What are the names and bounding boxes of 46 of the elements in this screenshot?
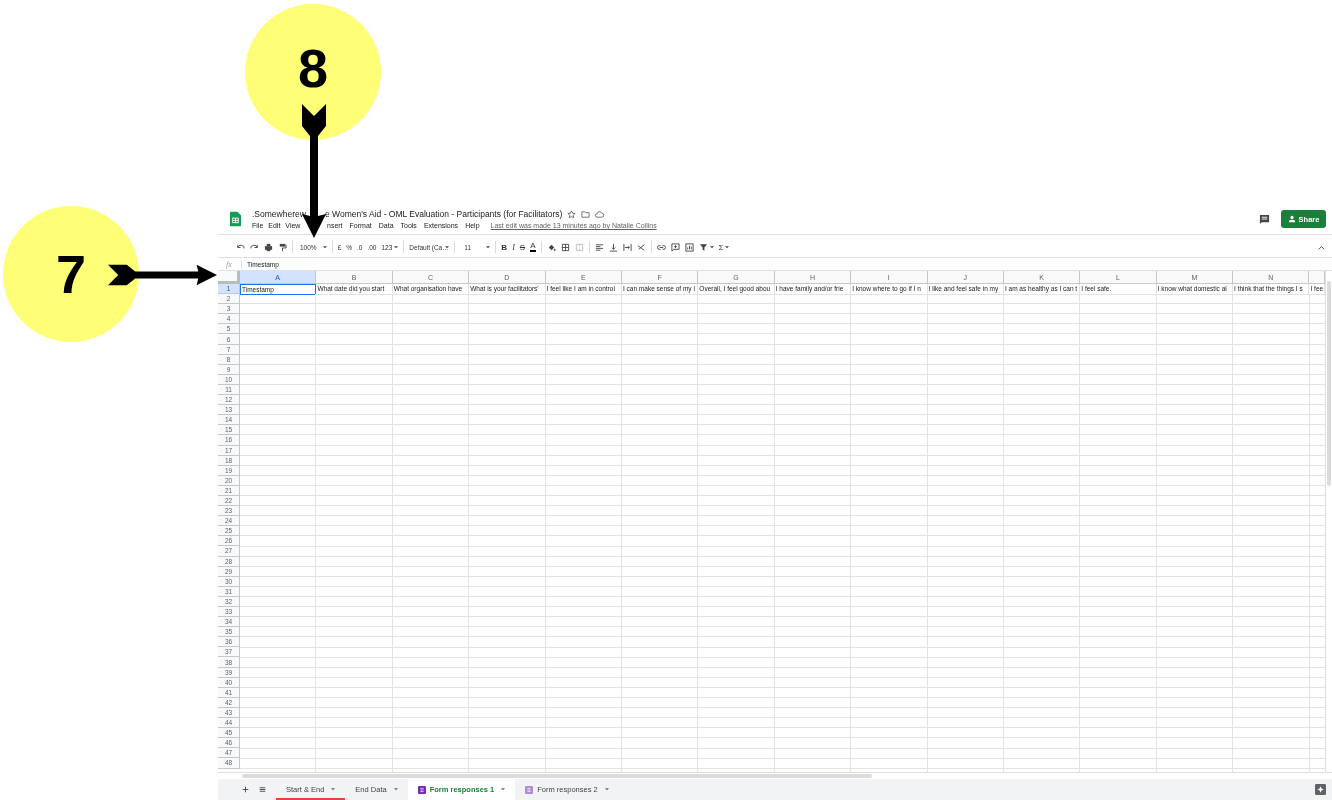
comment-icon[interactable] bbox=[1259, 213, 1270, 225]
text-color-button[interactable]: A bbox=[530, 242, 536, 252]
add-comment-icon[interactable] bbox=[670, 242, 680, 252]
callout-number: 7 bbox=[3, 206, 139, 342]
explore-icon[interactable] bbox=[1315, 784, 1326, 795]
menu-icon[interactable] bbox=[259, 786, 266, 793]
text-wrap-icon[interactable] bbox=[622, 242, 632, 252]
sheets-logo-icon[interactable] bbox=[230, 211, 241, 227]
merge-cells-icon[interactable] bbox=[574, 242, 584, 252]
cloud-icon[interactable] bbox=[595, 209, 605, 219]
strikethrough-button[interactable]: S bbox=[519, 242, 526, 252]
document-title[interactable]: .Somewherew bbox=[252, 209, 306, 219]
caret-icon[interactable] bbox=[322, 245, 327, 249]
form-icon bbox=[525, 785, 534, 794]
paint-roller-icon[interactable] bbox=[278, 242, 287, 252]
filter-icon[interactable] bbox=[698, 242, 708, 252]
add-sheet-icon[interactable] bbox=[242, 786, 249, 793]
caret-icon[interactable] bbox=[709, 245, 714, 249]
form-icon bbox=[417, 785, 426, 794]
star-icon[interactable] bbox=[567, 209, 577, 219]
fill-bucket-icon[interactable] bbox=[546, 242, 556, 252]
caret-icon[interactable] bbox=[445, 245, 450, 249]
link-icon[interactable] bbox=[656, 242, 666, 252]
folder-icon[interactable] bbox=[581, 209, 591, 219]
functions-button[interactable]: Σ bbox=[718, 242, 724, 252]
caret-icon[interactable] bbox=[394, 245, 399, 249]
caret-icon[interactable] bbox=[604, 788, 609, 791]
text-rotate-icon[interactable] bbox=[636, 242, 646, 252]
formula-label: fx bbox=[226, 259, 233, 269]
cell-grid[interactable] bbox=[240, 294, 1325, 772]
align-left-icon[interactable] bbox=[594, 242, 604, 252]
callout-number: 8 bbox=[245, 4, 381, 140]
vertical-align-icon[interactable] bbox=[608, 242, 618, 252]
vertical-scrollbar[interactable] bbox=[1325, 271, 1332, 772]
caret-icon[interactable] bbox=[486, 245, 491, 249]
caret-icon[interactable] bbox=[725, 245, 730, 249]
person-icon bbox=[1287, 215, 1296, 223]
caret-icon[interactable] bbox=[331, 788, 336, 791]
print-icon[interactable] bbox=[264, 242, 273, 252]
bold-button[interactable]: B bbox=[501, 242, 508, 252]
caret-icon[interactable] bbox=[501, 788, 506, 791]
borders-icon[interactable] bbox=[560, 242, 570, 252]
italic-button[interactable]: I bbox=[512, 242, 515, 252]
chart-icon[interactable] bbox=[684, 242, 694, 252]
document-title[interactable]: e Women's Aid - OML Evaluation - Participants (for Facilitators) bbox=[325, 209, 563, 219]
caret-icon[interactable] bbox=[393, 788, 398, 791]
